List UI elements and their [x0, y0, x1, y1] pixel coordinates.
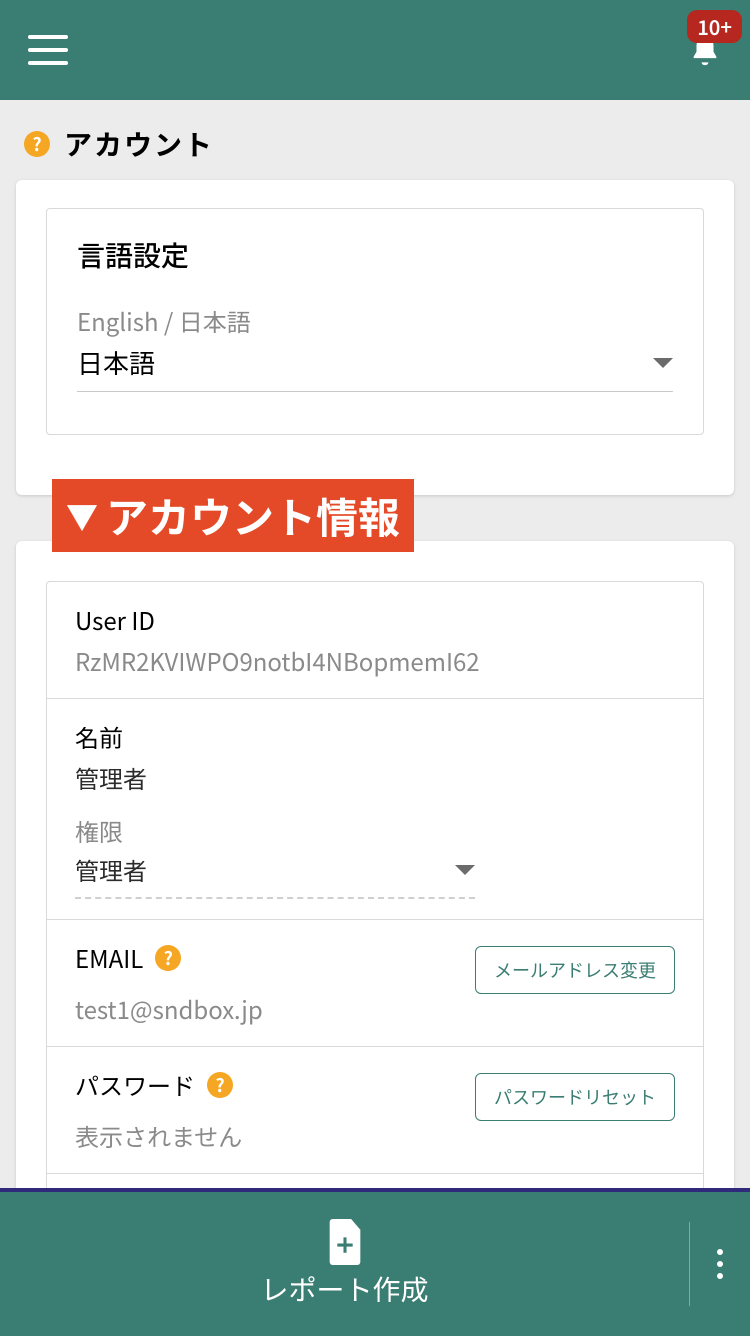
overflow-menu-button[interactable]: [690, 1249, 750, 1279]
language-title: 言語設定: [77, 235, 673, 275]
permission-underline: [75, 897, 475, 899]
email-row: EMAIL ? test1@sndbox.jp メールアドレス変更: [47, 920, 703, 1047]
email-value: test1@sndbox.jp: [75, 991, 475, 1026]
change-email-button[interactable]: メールアドレス変更: [475, 946, 675, 994]
file-plus-icon: [326, 1219, 364, 1265]
password-value: 表示されません: [75, 1118, 475, 1153]
permission-label: 権限: [75, 813, 675, 848]
chevron-down-icon: [653, 358, 673, 368]
permission-value: 管理者: [75, 852, 147, 887]
more-vertical-icon: [717, 1249, 723, 1279]
language-card-inner: 言語設定 English / 日本語 日本語: [46, 208, 704, 435]
bottom-bar: レポート作成: [0, 1188, 750, 1336]
chevron-down-icon: [455, 865, 475, 875]
user-id-row: User ID RzMR2KVIWPO9notbI4NBopmemI62: [47, 582, 703, 699]
language-card: 言語設定 English / 日本語 日本語: [16, 180, 734, 495]
section-title: アカウント: [64, 124, 214, 164]
user-id-value: RzMR2KVIWPO9notbI4NBopmemI62: [75, 643, 675, 678]
menu-icon[interactable]: [28, 35, 68, 65]
reset-password-button[interactable]: パスワードリセット: [475, 1073, 675, 1121]
name-value: 管理者: [75, 760, 675, 795]
startup-group-row: 起動時にセットするグループ: [47, 1174, 703, 1188]
account-info-banner-text: アカウント情報: [106, 485, 400, 546]
notifications-button[interactable]: 10+: [688, 28, 722, 73]
email-label: EMAIL: [75, 940, 143, 975]
name-label: 名前: [75, 719, 675, 754]
user-id-label: User ID: [75, 602, 675, 637]
password-label: パスワード: [75, 1067, 195, 1102]
help-icon[interactable]: ?: [155, 945, 181, 971]
account-table: User ID RzMR2KVIWPO9notbI4NBopmemI62 名前 …: [46, 581, 704, 1188]
create-report-button[interactable]: レポート作成: [0, 1219, 689, 1309]
app-bar: 10+: [0, 0, 750, 100]
section-header: ? アカウント: [0, 100, 750, 180]
notification-badge: 10+: [687, 10, 742, 43]
help-icon[interactable]: ?: [24, 131, 50, 157]
permission-select[interactable]: 管理者: [75, 852, 475, 887]
triangle-down-icon: ▼: [66, 493, 98, 539]
language-sub-label: English / 日本語: [77, 303, 673, 338]
language-select[interactable]: 日本語: [77, 344, 673, 392]
account-info-banner: ▼ アカウント情報: [52, 479, 414, 552]
content-area: ? アカウント 言語設定 English / 日本語 日本語 ▼ アカウント情報…: [0, 100, 750, 1188]
account-card: User ID RzMR2KVIWPO9notbI4NBopmemI62 名前 …: [16, 541, 734, 1188]
create-report-label: レポート作成: [260, 1269, 428, 1309]
name-permission-row: 名前 管理者 権限 管理者: [47, 699, 703, 920]
language-select-value: 日本語: [77, 344, 155, 381]
help-icon[interactable]: ?: [207, 1072, 233, 1098]
password-row: パスワード ? 表示されません パスワードリセット: [47, 1047, 703, 1174]
